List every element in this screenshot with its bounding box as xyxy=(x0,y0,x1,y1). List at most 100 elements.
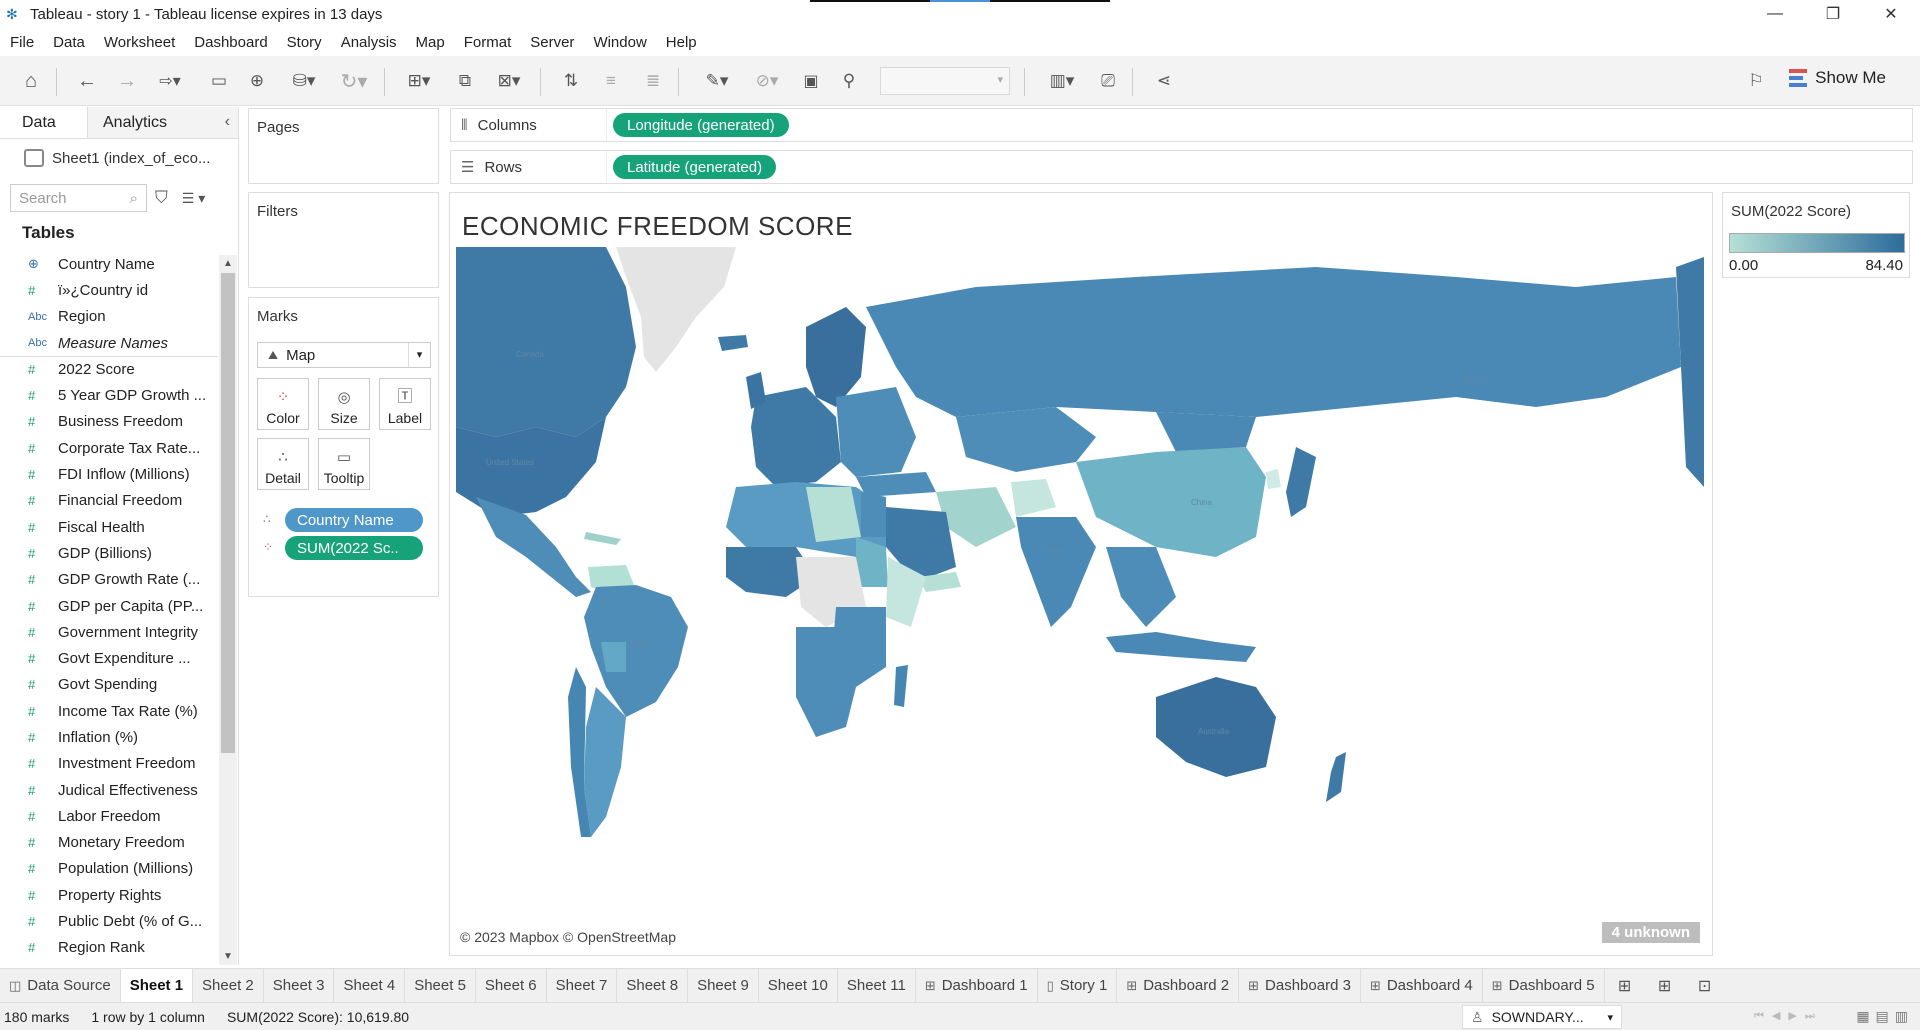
tab-data[interactable]: Data xyxy=(0,107,88,138)
menu-dashboard[interactable]: Dashboard xyxy=(194,34,267,51)
close-icon[interactable]: ✕ xyxy=(1862,0,1920,28)
home-icon[interactable]: ⌂ xyxy=(18,68,44,94)
new-worksheet-tab-icon[interactable]: ⊞ xyxy=(1605,969,1645,1002)
field-item[interactable]: # GDP (Billions) xyxy=(0,540,218,566)
show-me-button[interactable]: Show Me xyxy=(1789,68,1886,88)
color-legend[interactable]: SUM(2022 Score) 0.00 84.40 xyxy=(1722,192,1910,278)
collapse-pane-icon[interactable]: ‹ xyxy=(225,113,230,131)
sheet-tab[interactable]: Sheet 11 xyxy=(838,969,916,1002)
tab-analytics[interactable]: Analytics xyxy=(88,107,238,138)
field-item[interactable]: #2022 Score xyxy=(0,356,218,382)
sheet-tab[interactable]: ⊞ Dashboard 4 xyxy=(1361,969,1483,1002)
clear-sheet-icon[interactable]: ⊠▾ xyxy=(488,68,530,94)
longitude-pill[interactable]: Longitude (generated) xyxy=(613,113,789,137)
new-datasource-icon[interactable]: ⊕ xyxy=(244,68,270,94)
field-item[interactable]: # Business Freedom xyxy=(0,409,218,435)
presentation-icon[interactable]: ⎚ xyxy=(1094,68,1122,94)
sheet-tab[interactable]: Sheet 4 xyxy=(334,969,406,1002)
menu-file[interactable]: File xyxy=(10,34,34,51)
replay-icon[interactable]: ⇨▾ xyxy=(150,68,190,94)
menu-story[interactable]: Story xyxy=(287,34,322,51)
field-item[interactable]: # Corporate Tax Rate... xyxy=(0,435,218,461)
sort-desc-icon[interactable]: ≣ xyxy=(640,68,666,94)
scrollbar-thumb[interactable] xyxy=(221,273,235,753)
columns-shelf[interactable]: ⦀ Columns Longitude (generated) xyxy=(450,108,1913,142)
field-list-scrollbar[interactable]: ▲ ▼ xyxy=(219,255,237,965)
map-attribution[interactable]: © 2023 Mapbox © OpenStreetMap xyxy=(460,929,676,945)
sort-asc-icon[interactable]: ≡ xyxy=(598,68,624,94)
pin-icon[interactable]: ⚲ xyxy=(836,68,862,94)
pages-shelf[interactable]: Pages xyxy=(248,108,439,184)
pin-toolbar-icon[interactable]: ⚐ xyxy=(1742,68,1770,94)
field-item[interactable]: # Region Rank xyxy=(0,935,218,961)
field-item[interactable]: # Govt Spending xyxy=(0,672,218,698)
cards-toggle-icon[interactable]: ▥▾ xyxy=(1040,68,1084,94)
duplicate-sheet-icon[interactable]: ⧉ xyxy=(452,68,478,94)
field-item[interactable]: # Judical Effectiveness xyxy=(0,777,218,803)
choropleth-map[interactable]: Russia China India Brazil Australia Unit… xyxy=(456,247,1704,949)
new-dashboard-tab-icon[interactable]: ⊞ xyxy=(1645,969,1685,1002)
pause-updates-icon[interactable]: ⛁▾ xyxy=(284,68,324,94)
menu-map[interactable]: Map xyxy=(416,34,445,51)
menu-analysis[interactable]: Analysis xyxy=(341,34,397,51)
world-map-svg[interactable]: Russia China India Brazil Australia Unit… xyxy=(456,247,1704,949)
field-search-input[interactable]: Search ⌕ xyxy=(10,184,147,212)
scroll-up-icon[interactable]: ▲ xyxy=(223,258,233,269)
field-item[interactable]: # Financial Freedom xyxy=(0,488,218,514)
field-item[interactable]: # ï»¿Country id xyxy=(0,277,218,303)
menu-server[interactable]: Server xyxy=(530,34,574,51)
field-item[interactable]: # Labor Freedom xyxy=(0,803,218,829)
menu-help[interactable]: Help xyxy=(666,34,697,51)
new-worksheet-icon[interactable]: ⊞▾ xyxy=(398,68,440,94)
minimize-icon[interactable]: — xyxy=(1746,0,1804,28)
size-button[interactable]: ◎ Size xyxy=(318,378,370,430)
mark-type-dropdown[interactable]: ⛰ Map ▾ xyxy=(257,342,431,368)
field-item[interactable]: # Income Tax Rate (%) xyxy=(0,698,218,724)
field-item[interactable]: Abc Measure Names xyxy=(0,330,218,356)
field-item[interactable]: # Public Debt (% of G... xyxy=(0,908,218,934)
redo-icon[interactable]: → xyxy=(114,68,140,94)
sheet-tab[interactable]: Sheet 2 xyxy=(193,969,264,1002)
user-menu[interactable]: ♙ SOWNDARY... ▾ xyxy=(1462,1005,1622,1029)
view-options-icon[interactable]: ☰ ▾ xyxy=(182,190,205,207)
refresh-icon[interactable]: ↻▾ xyxy=(334,68,374,94)
sheet-tab[interactable]: Sheet 5 xyxy=(405,969,476,1002)
field-item[interactable]: # Government Integrity xyxy=(0,619,218,645)
fit-dropdown[interactable] xyxy=(880,67,1010,95)
sheet-tab[interactable]: Sheet 6 xyxy=(476,969,547,1002)
sheet-tab[interactable]: ▯ Story 1 xyxy=(1038,969,1118,1002)
save-icon[interactable]: ▭ xyxy=(206,68,232,94)
color-button[interactable]: ⁘ Color xyxy=(257,378,309,430)
field-item[interactable]: # Property Rights xyxy=(0,882,218,908)
sheet-navigation-icons[interactable]: ⏮◀▶⏭ xyxy=(1754,1009,1823,1023)
sheet-tab[interactable]: ◫ Data Source xyxy=(0,969,121,1002)
field-item[interactable]: # GDP per Capita (PP... xyxy=(0,593,218,619)
highlight-icon[interactable]: ✎▾ xyxy=(696,68,738,94)
sheet-view-toggle-icons[interactable]: ▦▤▥ xyxy=(1856,1008,1914,1025)
score-mark-pill[interactable]: SUM(2022 Sc.. xyxy=(285,536,423,560)
field-item[interactable]: # Inflation (%) xyxy=(0,724,218,750)
field-item[interactable]: Abc Region xyxy=(0,304,218,330)
field-item[interactable]: # FDI Inflow (Millions) xyxy=(0,461,218,487)
sheet-tab[interactable]: Sheet 1 xyxy=(120,969,194,1002)
field-item[interactable]: # GDP Growth Rate (... xyxy=(0,567,218,593)
label-icon[interactable]: ▣ xyxy=(798,68,824,94)
datasource-item[interactable]: Sheet1 (index_of_eco... xyxy=(0,139,238,177)
field-item[interactable]: # Fiscal Health xyxy=(0,514,218,540)
detail-button[interactable]: ∴ Detail xyxy=(257,438,309,490)
menu-worksheet[interactable]: Worksheet xyxy=(104,34,175,51)
field-item[interactable]: # Monetary Freedom xyxy=(0,830,218,856)
field-item[interactable]: # Govt Expenditure ... xyxy=(0,645,218,671)
filter-icon[interactable]: ⛉ xyxy=(155,188,168,208)
sheet-tab[interactable]: Sheet 10 xyxy=(759,969,838,1002)
new-story-tab-icon[interactable]: ⊡ xyxy=(1685,969,1725,1002)
filters-shelf[interactable]: Filters xyxy=(248,192,439,288)
sheet-tab[interactable]: Sheet 9 xyxy=(688,969,759,1002)
field-item[interactable]: # Population (Millions) xyxy=(0,856,218,882)
latitude-pill[interactable]: Latitude (generated) xyxy=(613,155,777,179)
restore-icon[interactable]: ❐ xyxy=(1804,0,1862,28)
menu-window[interactable]: Window xyxy=(593,34,646,51)
field-item[interactable]: #5 Year GDP Growth ... xyxy=(0,382,218,408)
sheet-tab[interactable]: ⊞ Dashboard 2 xyxy=(1117,969,1240,1002)
rows-shelf[interactable]: ☰ Rows Latitude (generated) xyxy=(450,150,1913,184)
